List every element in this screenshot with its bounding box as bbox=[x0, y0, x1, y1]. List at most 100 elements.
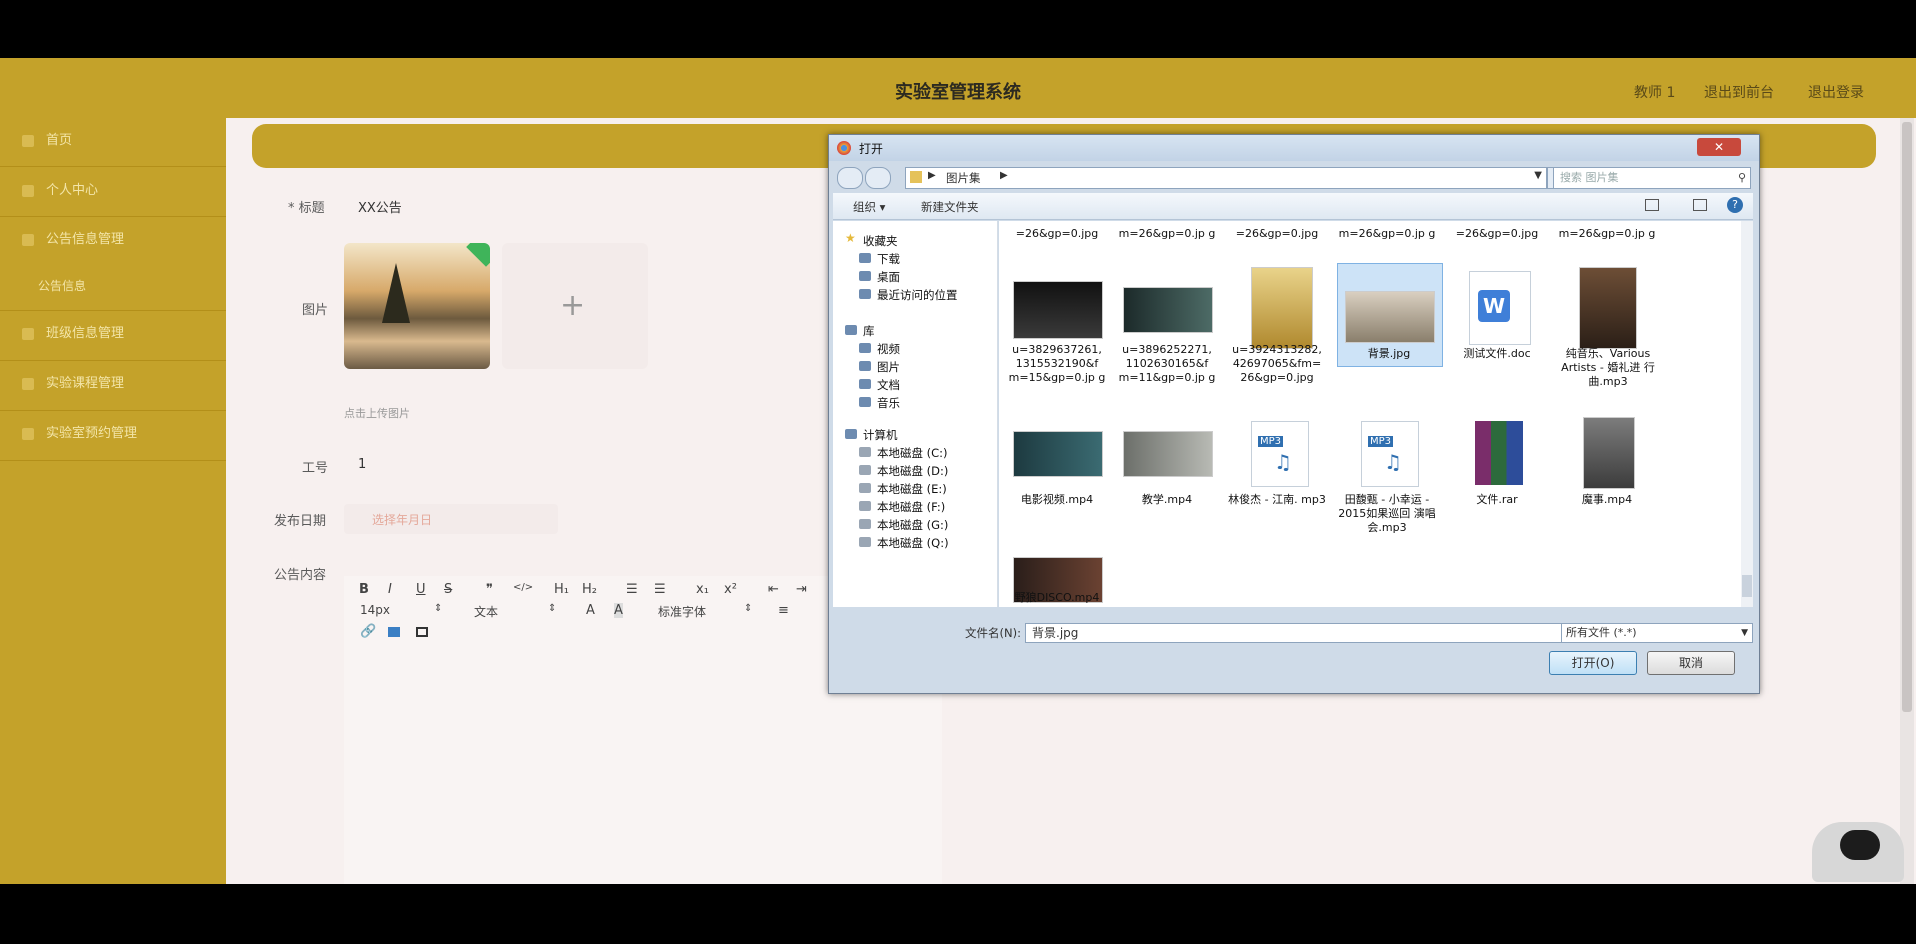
font-size-select[interactable]: 14px bbox=[360, 603, 390, 617]
nav-computer-label[interactable]: 计算机 bbox=[863, 427, 898, 443]
quote-icon[interactable]: ❞ bbox=[486, 582, 493, 597]
sidebar-item-notice-manage[interactable]: 公告信息管理 bbox=[0, 216, 226, 264]
ordered-list-icon[interactable]: ☰ bbox=[626, 582, 638, 597]
address-bar[interactable]: ▶ 图片集 ▶ ▼ bbox=[905, 167, 1547, 189]
file-name[interactable]: 纯音乐、Various Artists - 婚礼进 行曲.mp3 bbox=[1553, 347, 1663, 389]
nav-recent[interactable]: 最近访问的位置 bbox=[877, 287, 958, 303]
uploaded-image[interactable] bbox=[344, 243, 490, 369]
text-style-select[interactable]: 文本 bbox=[474, 603, 498, 620]
file-name[interactable]: 电影视频.mp4 bbox=[1007, 493, 1107, 507]
superscript-button[interactable]: x² bbox=[724, 582, 737, 597]
close-icon[interactable]: ✕ bbox=[1697, 138, 1741, 156]
outdent-icon[interactable]: ⇤ bbox=[768, 582, 779, 597]
h1-button[interactable]: H₁ bbox=[554, 582, 569, 597]
file-name[interactable]: 教学.mp4 bbox=[1117, 493, 1217, 507]
open-button[interactable]: 打开(O) bbox=[1549, 651, 1637, 675]
bg-color-icon[interactable]: A bbox=[614, 603, 623, 618]
file-name[interactable]: 魔事.mp4 bbox=[1557, 493, 1657, 507]
word-doc-icon[interactable]: W bbox=[1469, 271, 1531, 345]
image-thumbnail[interactable] bbox=[1345, 291, 1435, 343]
sidebar-item-home[interactable]: 首页 bbox=[0, 117, 226, 165]
nav-drive-d[interactable]: 本地磁盘 (D:) bbox=[877, 463, 948, 479]
file-name[interactable]: 林俊杰 - 江南. mp3 bbox=[1227, 493, 1327, 507]
bold-button[interactable]: B bbox=[359, 582, 369, 597]
dialog-search-input[interactable]: 搜索 图片集 ⚲ bbox=[1553, 167, 1751, 189]
file-list-scrollbar[interactable] bbox=[1741, 221, 1753, 607]
file-name[interactable]: =26&gp=0.jpg bbox=[1227, 227, 1327, 241]
nav-desktop[interactable]: 桌面 bbox=[877, 269, 900, 285]
nav-drive-c[interactable]: 本地磁盘 (C:) bbox=[877, 445, 948, 461]
file-name[interactable]: m=26&gp=0.jp g bbox=[1337, 227, 1437, 241]
organize-button[interactable]: 组织 ▾ bbox=[853, 199, 885, 215]
chevron-down-icon[interactable]: ▼ bbox=[1534, 170, 1542, 181]
font-family-select[interactable]: 标准字体 bbox=[658, 603, 706, 620]
file-name[interactable]: 文件.rar bbox=[1447, 493, 1547, 507]
code-icon[interactable]: </> bbox=[513, 582, 533, 593]
mp3-icon[interactable]: MP3 ♫ bbox=[1251, 421, 1309, 487]
nav-drive-g[interactable]: 本地磁盘 (G:) bbox=[877, 517, 948, 533]
logout-link[interactable]: 退出登录 bbox=[1808, 82, 1864, 102]
file-name[interactable]: 田馥甄 - 小幸运 - 2015如果巡回 演唱会.mp3 bbox=[1331, 493, 1443, 535]
date-picker[interactable]: 选择年月日 bbox=[344, 504, 558, 534]
sidebar-item-course[interactable]: 实验课程管理 bbox=[0, 360, 226, 408]
italic-button[interactable]: I bbox=[388, 582, 392, 597]
forward-button[interactable] bbox=[865, 167, 891, 189]
file-name[interactable]: u=3896252271, 1102630165&f m=11&gp=0.jp … bbox=[1117, 343, 1217, 385]
nav-documents[interactable]: 文档 bbox=[877, 377, 900, 393]
help-icon[interactable]: ? bbox=[1727, 197, 1743, 213]
preview-pane-icon[interactable] bbox=[1693, 199, 1707, 211]
nav-music[interactable]: 音乐 bbox=[877, 395, 900, 411]
strike-button[interactable]: S bbox=[444, 582, 452, 597]
h2-button[interactable]: H₂ bbox=[582, 582, 597, 597]
archive-icon[interactable] bbox=[1475, 421, 1523, 485]
page-scrollbar-thumb[interactable] bbox=[1902, 122, 1912, 712]
font-color-icon[interactable]: A bbox=[586, 603, 595, 618]
dialog-titlebar[interactable] bbox=[829, 135, 1759, 161]
view-icon[interactable] bbox=[1645, 199, 1659, 211]
link-icon[interactable]: 🔗 bbox=[360, 624, 376, 639]
file-name[interactable]: =26&gp=0.jpg bbox=[1447, 227, 1547, 241]
sidebar-item-profile[interactable]: 个人中心 bbox=[0, 167, 226, 215]
file-list-scrollbar-thumb[interactable] bbox=[1742, 575, 1752, 597]
nav-drive-q[interactable]: 本地磁盘 (Q:) bbox=[877, 535, 949, 551]
address-path[interactable]: 图片集 bbox=[946, 170, 981, 186]
new-folder-button[interactable]: 新建文件夹 bbox=[921, 199, 979, 215]
sidebar-item-booking[interactable]: 实验室预约管理 bbox=[0, 410, 226, 458]
bullet-list-icon[interactable]: ☰ bbox=[654, 582, 666, 597]
file-name[interactable]: =26&gp=0.jpg bbox=[1007, 227, 1107, 241]
nav-videos[interactable]: 视频 bbox=[877, 341, 900, 357]
image-thumbnail[interactable] bbox=[1123, 287, 1213, 333]
title-input[interactable]: XX公告 bbox=[358, 197, 402, 216]
file-name[interactable]: 测试文件.doc bbox=[1447, 347, 1547, 361]
job-input[interactable]: 1 bbox=[358, 457, 366, 472]
video-thumbnail[interactable] bbox=[1123, 431, 1213, 477]
file-name[interactable]: u=3829637261, 1315532190&f m=15&gp=0.jp … bbox=[1007, 343, 1107, 385]
nav-favorites[interactable]: 收藏夹 bbox=[863, 233, 898, 249]
file-name[interactable]: 野狼DISCO.mp4 bbox=[1007, 591, 1107, 605]
subscript-button[interactable]: x₁ bbox=[696, 582, 709, 597]
sidebar-item-class[interactable]: 班级信息管理 bbox=[0, 310, 226, 358]
nav-pictures[interactable]: 图片 bbox=[877, 359, 900, 375]
image-thumbnail[interactable] bbox=[1013, 281, 1103, 339]
mp3-icon[interactable]: MP3 ♫ bbox=[1361, 421, 1419, 487]
cancel-button[interactable]: 取消 bbox=[1647, 651, 1735, 675]
nav-library[interactable]: 库 bbox=[863, 323, 875, 339]
nav-drive-e[interactable]: 本地磁盘 (E:) bbox=[877, 481, 947, 497]
underline-button[interactable]: U bbox=[416, 582, 426, 597]
back-to-front-link[interactable]: 退出到前台 bbox=[1704, 82, 1774, 102]
filename-input[interactable]: 背景.jpg bbox=[1025, 623, 1563, 643]
plus-icon[interactable]: + bbox=[560, 288, 585, 323]
sidebar-subitem-notice[interactable]: 公告信息 bbox=[0, 262, 226, 310]
music-cover-thumbnail[interactable] bbox=[1579, 267, 1637, 349]
video-thumbnail[interactable] bbox=[1013, 431, 1103, 477]
file-name[interactable]: 背景.jpg bbox=[1337, 347, 1441, 361]
file-name[interactable]: u=3924313282, 42697065&fm= 26&gp=0.jpg bbox=[1227, 343, 1327, 385]
image-thumbnail[interactable] bbox=[1251, 267, 1313, 349]
nav-downloads[interactable]: 下载 bbox=[877, 251, 900, 267]
video-thumbnail[interactable] bbox=[1583, 417, 1635, 489]
file-name[interactable]: m=26&gp=0.jp g bbox=[1117, 227, 1217, 241]
video-icon[interactable] bbox=[416, 627, 428, 637]
align-icon[interactable]: ≡ bbox=[778, 603, 789, 618]
indent-icon[interactable]: ⇥ bbox=[796, 582, 807, 597]
nav-drive-f[interactable]: 本地磁盘 (F:) bbox=[877, 499, 945, 515]
